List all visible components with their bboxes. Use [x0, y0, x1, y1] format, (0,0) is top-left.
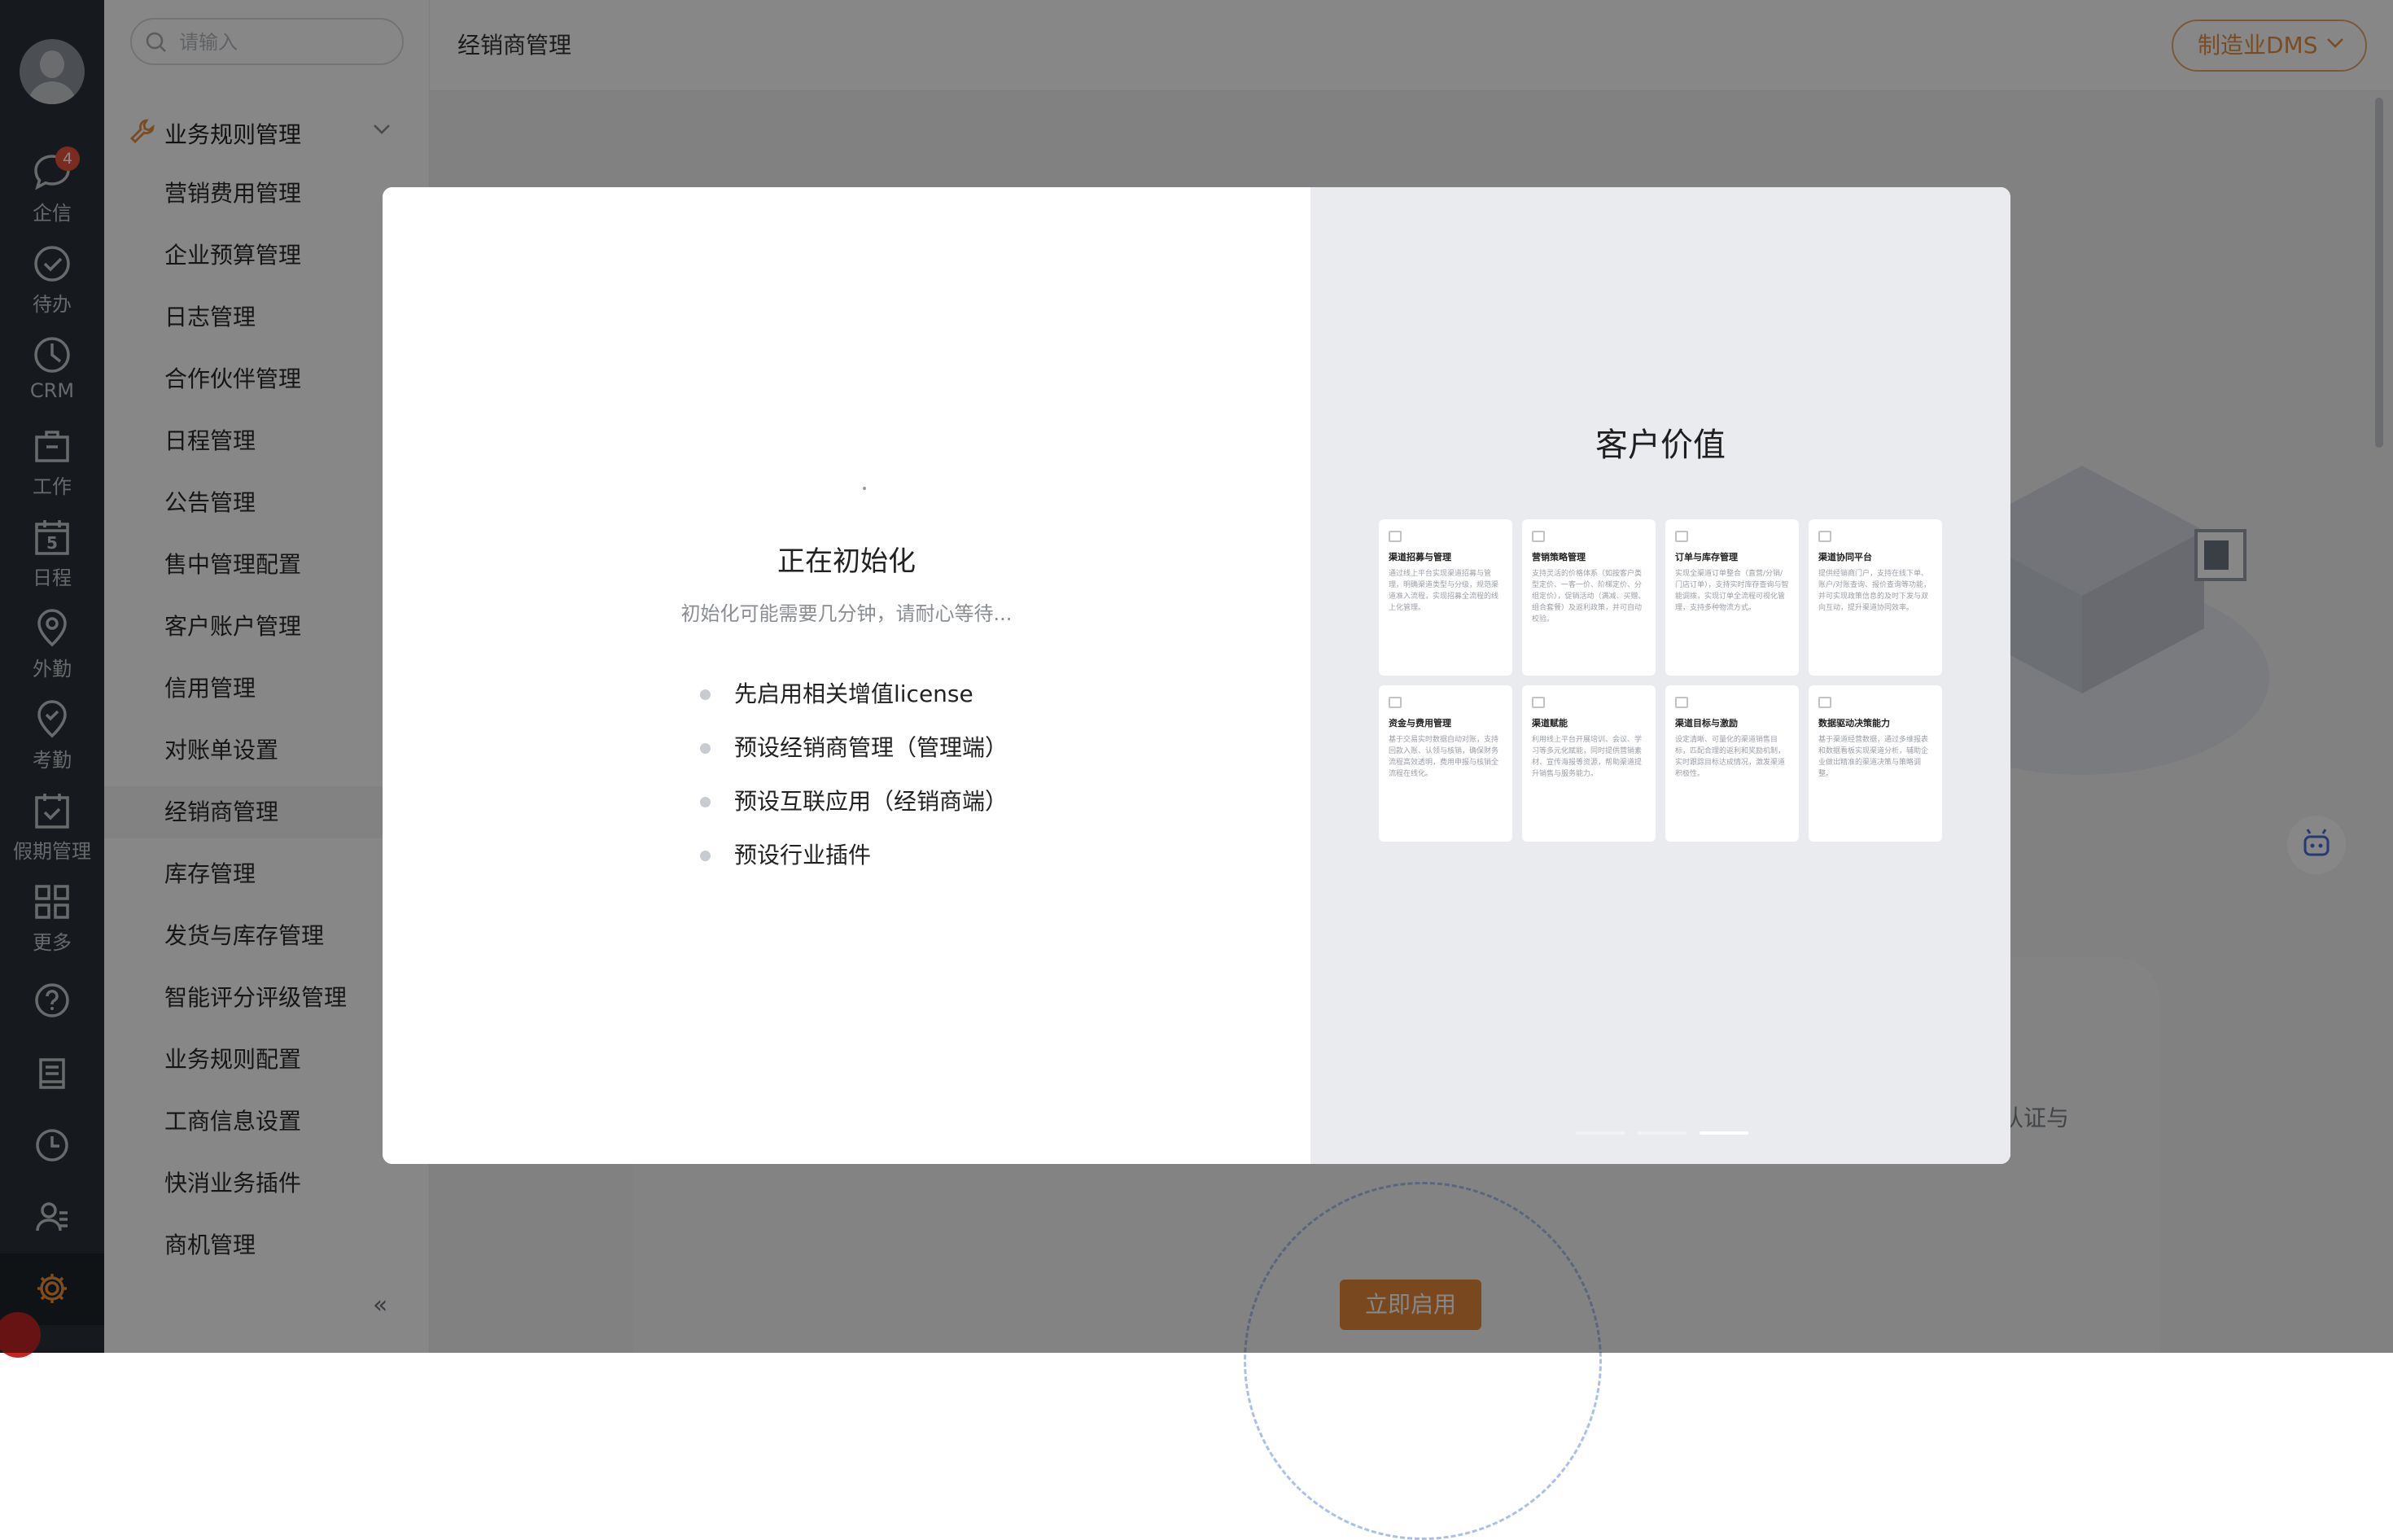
init-step: 预设经销商管理（管理端）: [698, 721, 1187, 775]
value-card-desc: 利用线上平台开展培训、会议、学习等多元化赋能，同时提供营销素材、宣传海报等资源，…: [1532, 736, 1643, 778]
value-card-title: 渠道协同平台: [1818, 552, 1872, 562]
pager-dot[interactable]: [1576, 1131, 1625, 1135]
card-icon: [1818, 531, 1831, 542]
value-card-title: 渠道招募与管理: [1389, 552, 1451, 562]
step-bullet-icon: [700, 797, 711, 807]
value-card-grid: 渠道招募与管理通过线上平台实现渠道招募与管理，明确渠道类型与分级，规范渠道准入流…: [1379, 519, 1945, 842]
value-card-title: 营销策略管理: [1532, 552, 1586, 562]
customer-value-title: 客户价值: [1595, 427, 1726, 464]
value-card-desc: 通过线上平台实现渠道招募与管理，明确渠道类型与分级，规范渠道准入流程，实现招募全…: [1389, 570, 1499, 612]
init-step: 先启用相关增值license: [698, 667, 1187, 721]
init-subtitle: 初始化可能需要几分钟，请耐心等待...: [680, 602, 1013, 625]
value-card: 渠道招募与管理通过线上平台实现渠道招募与管理，明确渠道类型与分级，规范渠道准入流…: [1379, 519, 1512, 676]
value-card-title: 数据驱动决策能力: [1818, 718, 1890, 728]
value-card-title: 资金与费用管理: [1389, 718, 1451, 728]
value-card-desc: 支持灵活的价格体系（如按客户类型定价、一客一价、阶梯定价、分组定价），促销活动（…: [1532, 570, 1646, 623]
value-card: 渠道赋能利用线上平台开展培训、会议、学习等多元化赋能，同时提供营销素材、宣传海报…: [1522, 685, 1656, 842]
card-icon: [1532, 531, 1545, 542]
value-card: 数据驱动决策能力基于渠道经营数据，通过多维报表和数据看板实现渠道分析，辅助企业做…: [1809, 685, 1942, 842]
init-progress-panel: 正在初始化 初始化可能需要几分钟，请耐心等待... 先启用相关增值license…: [383, 187, 1310, 1164]
customer-value-panel: 客户价值 渠道招募与管理通过线上平台实现渠道招募与管理，明确渠道类型与分级，规范…: [1310, 187, 2010, 1164]
card-icon: [1675, 531, 1688, 542]
value-card-desc: 提供经销商门户，支持在线下单、账户/对账查询、报价查询等功能，并可实现政策信息的…: [1818, 570, 1931, 612]
step-bullet-icon: [700, 851, 711, 861]
step-bullet-icon: [700, 743, 711, 754]
init-title: 正在初始化: [777, 545, 916, 578]
card-icon: [1818, 697, 1831, 708]
init-step-label: 预设互联应用（经销商端）: [734, 788, 1008, 815]
value-card-title: 渠道目标与激励: [1675, 718, 1738, 728]
card-icon: [1675, 697, 1688, 708]
value-card-desc: 基于交易实时数据自动对账，支持回款入账、认领与核销，确保财务流程高效透明，费用申…: [1389, 736, 1499, 778]
card-icon: [1389, 531, 1402, 542]
value-card-desc: 设定清晰、可量化的渠道销售目标，匹配合理的返利和奖励机制，实时跟踪目标达成情况，…: [1675, 736, 1786, 778]
init-step-label: 预设行业插件: [734, 842, 872, 868]
initialization-modal: 正在初始化 初始化可能需要几分钟，请耐心等待... 先启用相关增值license…: [383, 187, 2010, 1164]
init-step-label: 先启用相关增值license: [734, 680, 973, 707]
card-icon: [1532, 697, 1545, 708]
value-card: 订单与库存管理实现全渠道订单整合（直营/分销/门店订单），支持实时库存查询与智能…: [1665, 519, 1799, 676]
value-card: 渠道协同平台提供经销商门户，支持在线下单、账户/对账查询、报价查询等功能，并可实…: [1809, 519, 1942, 676]
loading-spinner: [863, 487, 866, 490]
pager-dot[interactable]: [1638, 1131, 1686, 1135]
value-card: 渠道目标与激励设定清晰、可量化的渠道销售目标，匹配合理的返利和奖励机制，实时跟踪…: [1665, 685, 1799, 842]
value-card-title: 订单与库存管理: [1675, 552, 1738, 562]
value-card-desc: 实现全渠道订单整合（直营/分销/门店订单），支持实时库存查询与智能调拨，实现订单…: [1675, 570, 1789, 612]
pager-dot-active[interactable]: [1700, 1131, 1748, 1135]
value-card-desc: 基于渠道经营数据，通过多维报表和数据看板实现渠道分析，辅助企业做出精准的渠道决策…: [1818, 736, 1929, 778]
value-card: 营销策略管理支持灵活的价格体系（如按客户类型定价、一客一价、阶梯定价、分组定价）…: [1522, 519, 1656, 676]
init-step: 预设行业插件: [698, 829, 1187, 882]
card-icon: [1389, 697, 1402, 708]
init-step: 预设互联应用（经销商端）: [698, 775, 1187, 829]
value-card-title: 渠道赋能: [1532, 718, 1568, 728]
init-step-label: 预设经销商管理（管理端）: [734, 734, 1008, 761]
carousel-pager: [1576, 1131, 1755, 1135]
init-step-list: 先启用相关增值license 预设经销商管理（管理端） 预设互联应用（经销商端）…: [698, 667, 1187, 882]
step-bullet-icon: [700, 689, 711, 700]
value-card: 资金与费用管理基于交易实时数据自动对账，支持回款入账、认领与核销，确保财务流程高…: [1379, 685, 1512, 842]
